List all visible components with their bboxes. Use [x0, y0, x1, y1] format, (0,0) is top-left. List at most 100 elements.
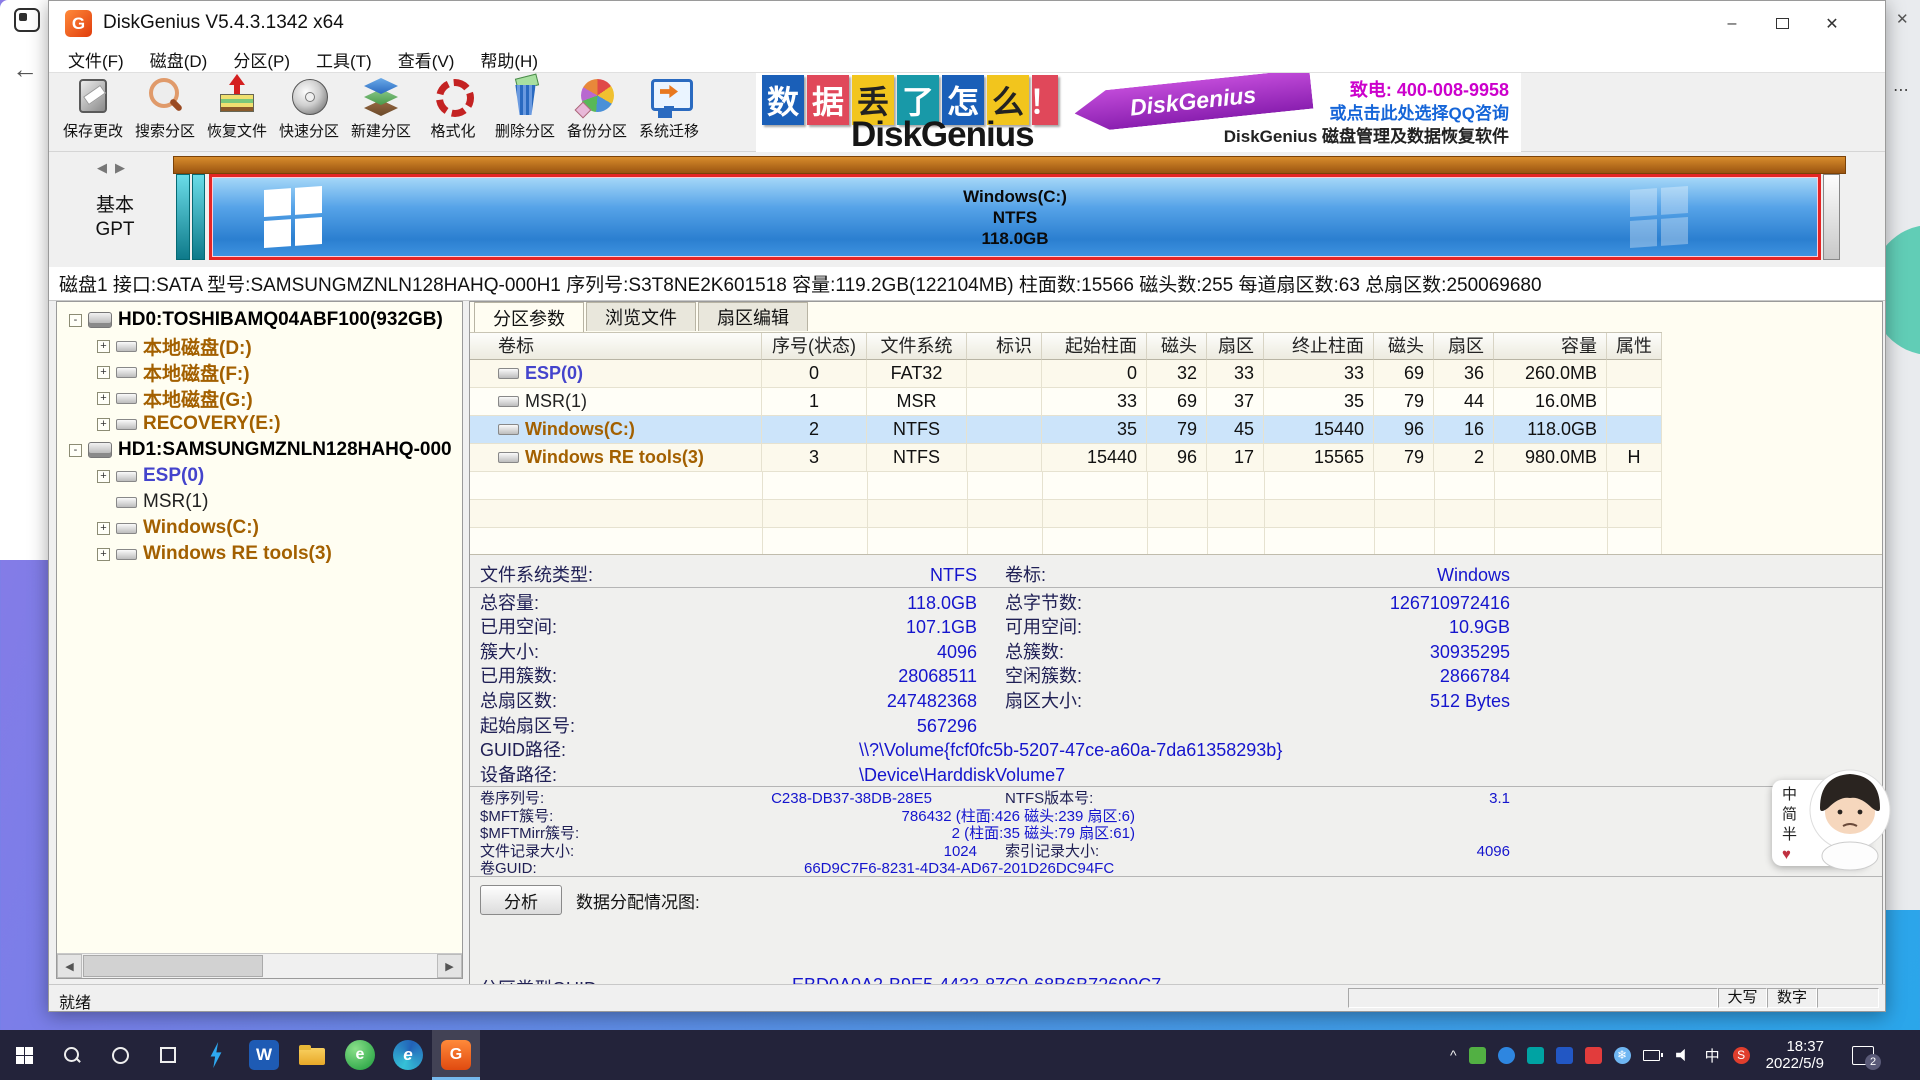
tray-expand-chevron[interactable]: ^ [1450, 1047, 1457, 1063]
tree-item[interactable]: MSR(1) [57, 489, 462, 515]
detail-value-2: 4096 [1170, 843, 1510, 860]
tree-expander[interactable]: + [97, 340, 110, 353]
ime-toolbar-item[interactable]: 半 [1782, 825, 1797, 844]
tree-expander[interactable]: + [97, 522, 110, 535]
lightning-app-icon[interactable] [192, 1030, 240, 1080]
disk-band [173, 156, 1846, 174]
task-view-button[interactable] [144, 1030, 192, 1080]
tray-blue-circle-icon[interactable] [1498, 1047, 1515, 1064]
minimize-button[interactable]: – [1707, 1, 1757, 46]
back-arrow-icon[interactable]: ← [12, 54, 38, 85]
tree-expander[interactable]: + [97, 418, 110, 431]
toolbar-button[interactable]: 快速分区 [273, 73, 345, 151]
menu-item[interactable]: 分区(P) [220, 47, 303, 72]
cortana-icon [112, 1047, 129, 1064]
tree-item[interactable]: + 本地磁盘(D:) [57, 333, 462, 359]
partition-table-row[interactable]: ESP(0) 0 FAT32 0 32 33 33 69 36 260.0MB [470, 360, 1662, 388]
toolbar-button[interactable]: 恢复文件 [201, 73, 273, 151]
detail-value-2: 512 Bytes [1170, 689, 1510, 714]
analyze-button[interactable]: 分析 [480, 885, 562, 915]
partition-block-msr[interactable] [192, 174, 205, 260]
tree-horizontal-scrollbar[interactable]: ◀ ▶ [57, 953, 462, 978]
tray-teal-icon[interactable] [1527, 1047, 1544, 1064]
toolbar-button[interactable]: 保存更改 [57, 73, 129, 151]
sogou-icon[interactable]: S [1733, 1047, 1750, 1064]
menu-item[interactable]: 帮助(H) [467, 47, 551, 72]
speaker-icon[interactable] [1675, 1047, 1692, 1064]
browser-green-icon[interactable]: e [336, 1030, 384, 1080]
detail-label-2: 卷标: [1005, 563, 1046, 588]
toolbar-button[interactable]: 新建分区 [345, 73, 417, 151]
maximize-button[interactable] [1757, 1, 1807, 46]
close-button[interactable]: ✕ [1807, 1, 1857, 46]
prev-disk-arrow[interactable]: ◀ [97, 160, 115, 175]
ad-qq-link[interactable]: 或点击此处选择QQ咨询 [1330, 99, 1509, 124]
taskbar-clock[interactable]: 18:37 2022/5/9 [1766, 1038, 1824, 1072]
menu-item[interactable]: 查看(V) [385, 47, 468, 72]
tree-item[interactable]: + Windows(C:) [57, 515, 462, 541]
start-button[interactable] [0, 1030, 48, 1080]
detail-label: GUID路径: [480, 738, 566, 763]
scrollbar-thumb[interactable] [83, 955, 263, 977]
diskgenius-taskbar-icon[interactable]: G [432, 1030, 480, 1080]
partition-table-row[interactable]: Windows RE tools(3) 3 NTFS 15440 96 17 1… [470, 444, 1662, 472]
tray-red-icon[interactable] [1585, 1047, 1602, 1064]
tree-item[interactable]: - HD1:SAMSUNGMZNLN128HAHQ-000 [57, 437, 462, 463]
detail-label: 总容量: [480, 591, 539, 616]
toolbar-button[interactable]: 系统迁移 [633, 73, 705, 151]
partition-table-row[interactable]: MSR(1) 1 MSR 33 69 37 35 79 44 16.0MB [470, 388, 1662, 416]
toolbar-button[interactable]: 格式化 [417, 73, 489, 151]
scroll-left-arrow[interactable]: ◀ [57, 954, 82, 978]
ime-toolbar-item[interactable]: ♥ [1782, 845, 1797, 864]
word-app-icon[interactable]: W [240, 1030, 288, 1080]
tray-snowflake-icon[interactable]: ❄ [1614, 1047, 1631, 1064]
tree-expander[interactable]: + [97, 548, 110, 561]
tab[interactable]: 扇区编辑 [698, 302, 808, 331]
scroll-right-arrow[interactable]: ▶ [437, 954, 462, 978]
tree-item[interactable]: + 本地磁盘(G:) [57, 385, 462, 411]
browser-tab-icon [14, 8, 40, 32]
tree-item[interactable]: + Windows RE tools(3) [57, 541, 462, 567]
tree-item[interactable]: + ESP(0) [57, 463, 462, 489]
taskbar: W e e G ^ ❄ 中S 18:37 2022/5/9 [0, 1030, 1920, 1080]
tray-qq-icon[interactable] [1556, 1047, 1573, 1064]
tray-green-icon[interactable] [1469, 1047, 1486, 1064]
overflow-menu-icon[interactable]: ⋯ [1893, 80, 1910, 100]
partition-block-winre[interactable] [1823, 174, 1840, 260]
volume-label: Windows(C:) [525, 416, 635, 443]
taskbar-search-button[interactable] [48, 1030, 96, 1080]
tree-item[interactable]: + 本地磁盘(F:) [57, 359, 462, 385]
partition-table-row[interactable]: Windows(C:) 2 NTFS 35 79 45 15440 96 16 … [470, 416, 1662, 444]
menu-item[interactable]: 磁盘(D) [137, 47, 221, 72]
tree-item[interactable]: - HD0:TOSHIBAMQ04ABF100(932GB) [57, 307, 462, 333]
ime-toolbar-item[interactable]: 简 [1782, 805, 1797, 824]
toolbar-button[interactable]: 搜索分区 [129, 73, 201, 151]
background-close-icon[interactable]: ✕ [1896, 10, 1909, 28]
menu-item[interactable]: 文件(F) [55, 47, 137, 72]
toolbar-button[interactable]: 删除分区 [489, 73, 561, 151]
partition-block-esp[interactable] [176, 174, 190, 260]
toolbar-button[interactable]: 备份分区 [561, 73, 633, 151]
next-disk-arrow[interactable]: ▶ [115, 160, 133, 175]
tab[interactable]: 分区参数 [474, 302, 584, 332]
tree-expander[interactable]: + [97, 392, 110, 405]
partition-icon [116, 497, 137, 508]
tree-expander[interactable]: - [69, 444, 82, 457]
tree-expander[interactable]: - [69, 314, 82, 327]
detail-row: 起始扇区号: 567296 [470, 714, 1883, 739]
menu-item[interactable]: 工具(T) [303, 47, 385, 72]
tab[interactable]: 浏览文件 [586, 302, 696, 331]
file-explorer-icon[interactable] [288, 1030, 336, 1080]
cortana-button[interactable] [96, 1030, 144, 1080]
edge-browser-icon[interactable]: e [384, 1030, 432, 1080]
tree-expander[interactable]: + [97, 470, 110, 483]
input-language-icon[interactable]: 中 [1704, 1047, 1721, 1064]
battery-icon[interactable] [1643, 1047, 1663, 1064]
tree-expander[interactable]: + [97, 366, 110, 379]
action-center-button[interactable]: 2 [1852, 1046, 1874, 1065]
detail-row: 文件记录大小: 1024 索引记录大小: 4096 [470, 843, 1883, 860]
ime-toolbar-item[interactable]: 中 [1782, 785, 1797, 804]
ad-banner[interactable]: 数据丢了怎么！ DiskGenius DiskGenius 致电: 400-00… [756, 73, 1521, 153]
partition-block-windows-c[interactable]: Windows(C:) NTFS 118.0GB [209, 174, 1821, 260]
tree-item[interactable]: + RECOVERY(E:) [57, 411, 462, 437]
